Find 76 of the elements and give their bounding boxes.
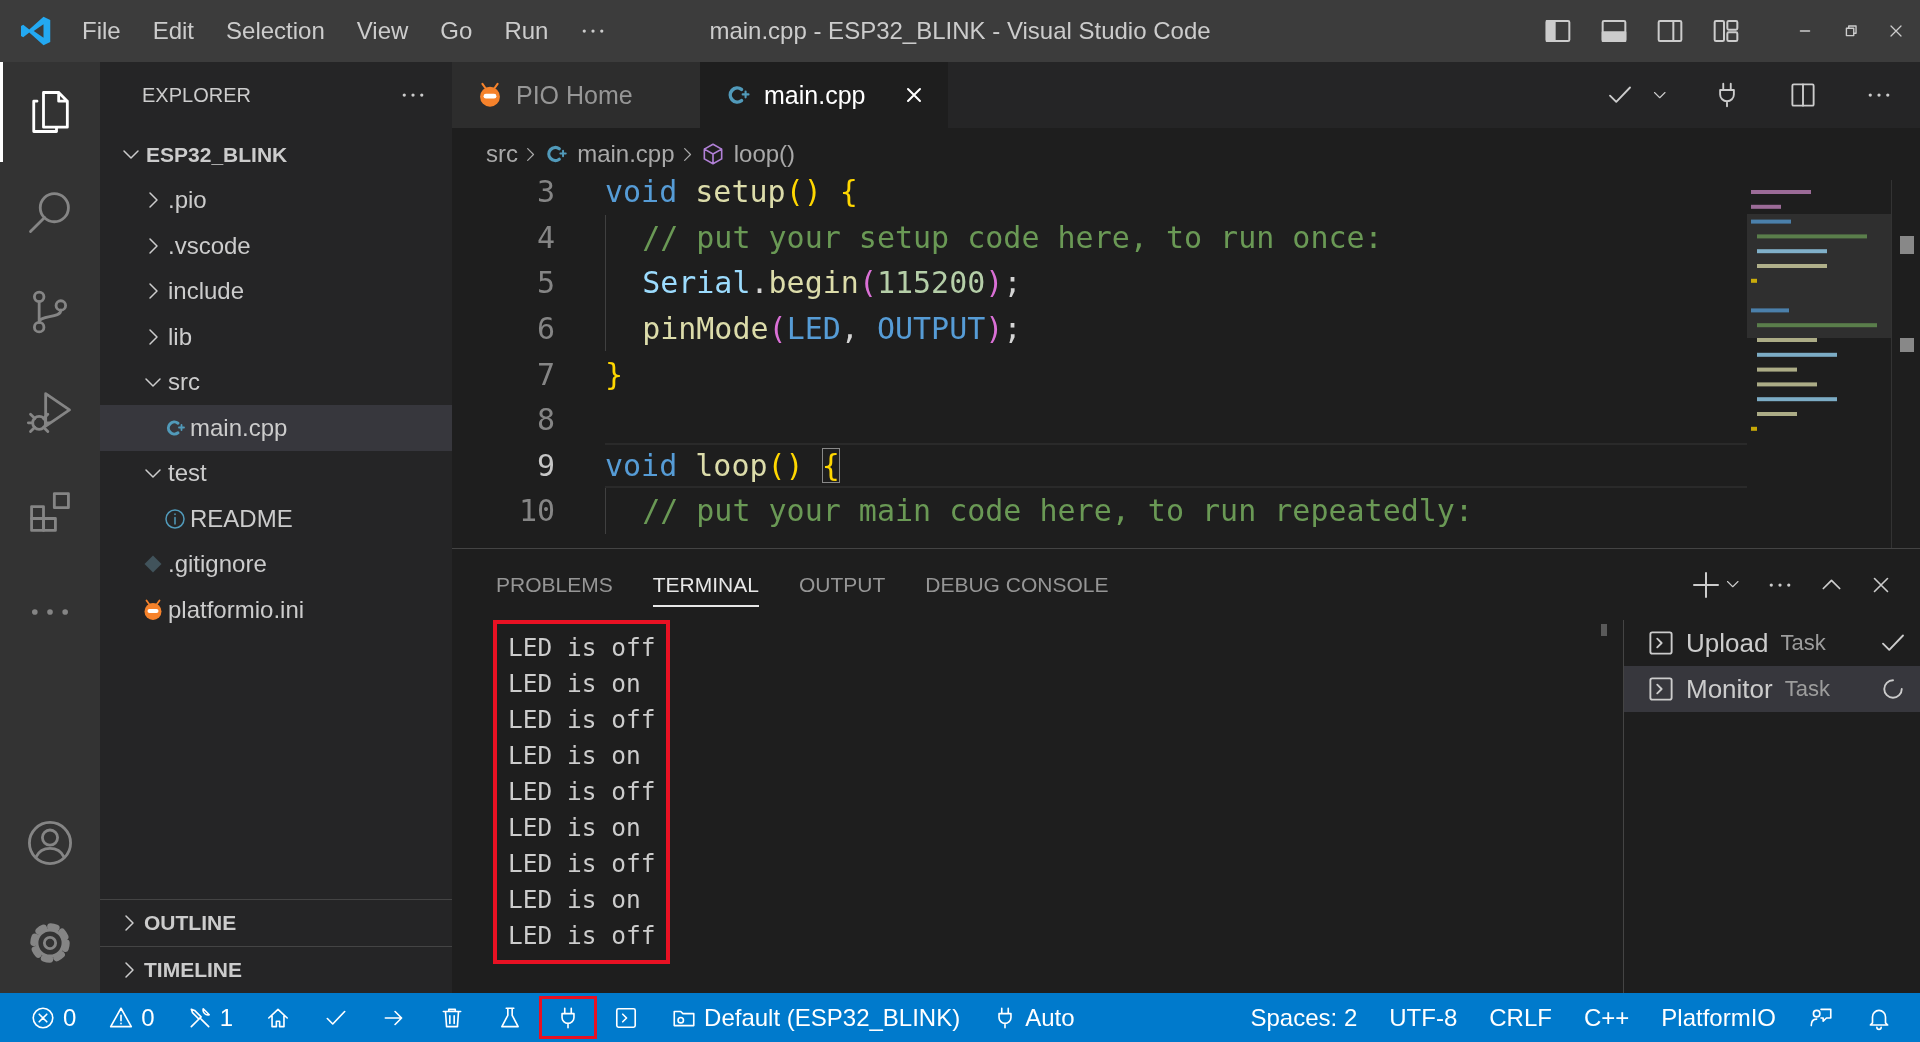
warning-count[interactable]: 0 xyxy=(92,996,171,1039)
chevron-icon xyxy=(682,146,692,162)
line-number: 5 xyxy=(535,265,556,301)
breadcrumb[interactable]: loop() xyxy=(733,140,796,168)
panel-tab[interactable]: OUTPUT xyxy=(798,562,886,607)
line-number: 8 xyxy=(535,402,556,438)
environment-selector[interactable]: Default (ESP32_BLINK) xyxy=(655,996,977,1039)
line-number: 7 xyxy=(535,356,556,392)
error-icon xyxy=(30,1004,56,1031)
encoding-status[interactable]: UTF-8 xyxy=(1373,996,1474,1039)
terminal-line: LED is on xyxy=(508,668,642,700)
panel-tab[interactable]: TERMINAL xyxy=(652,562,759,607)
menu-item[interactable]: File xyxy=(66,13,137,49)
tree-item[interactable]: .vscode xyxy=(100,223,452,269)
code-line: void loop() { xyxy=(605,442,1747,489)
split-editor-icon[interactable] xyxy=(1788,80,1818,110)
code-line: // put your setup code here, to run once: xyxy=(605,214,1747,261)
tree-item[interactable]: lib xyxy=(100,314,452,360)
task-item[interactable]: Monitor Task xyxy=(1624,666,1920,712)
platformio-status[interactable]: PlatformIO xyxy=(1645,996,1792,1039)
terminal-line: LED is off xyxy=(508,920,656,952)
editor-tab[interactable]: main.cpp xyxy=(700,62,948,128)
code-line: Serial.begin(115200); xyxy=(605,260,1747,306)
code-line: pinMode(LED, OUTPUT); xyxy=(605,305,1747,352)
tree-item[interactable]: main.cpp xyxy=(100,405,452,451)
language-mode[interactable]: C++ xyxy=(1567,996,1646,1039)
caret-icon[interactable] xyxy=(1652,90,1666,100)
tree-item[interactable]: platformio.ini xyxy=(100,587,452,633)
line-ending-status[interactable]: CRLF xyxy=(1473,996,1568,1039)
terminal-icon xyxy=(1646,674,1676,704)
code-line: // put your main code here, to run repeatedly: xyxy=(605,488,1747,534)
terminal-line: LED is on xyxy=(508,740,642,772)
menu-item[interactable]: Selection xyxy=(210,13,341,49)
task-item[interactable]: Upload Task xyxy=(1624,620,1920,666)
tree-item[interactable]: .pio xyxy=(100,177,452,223)
breadcrumb[interactable]: src xyxy=(486,140,518,168)
window-title: main.cpp - ESP32_BLINK - Visual Studio Code xyxy=(709,17,1211,45)
terminal-line: LED is off xyxy=(508,704,656,736)
menu-item[interactable]: Edit xyxy=(136,13,211,49)
caret-icon[interactable] xyxy=(1725,580,1739,589)
terminal-line: LED is on xyxy=(508,884,642,916)
line-number: 9 xyxy=(535,447,556,483)
tree-item[interactable]: include xyxy=(100,268,452,314)
breadcrumb[interactable]: main.cpp xyxy=(577,140,675,168)
code-line: } xyxy=(605,355,625,394)
panel-tab[interactable]: DEBUG CONSOLE xyxy=(925,562,1109,607)
line-number: 3 xyxy=(535,174,556,210)
tools-count[interactable]: 1 xyxy=(170,996,250,1039)
menu-item[interactable]: Run xyxy=(488,13,565,49)
code-line: void setup() { xyxy=(605,173,859,212)
terminal-icon xyxy=(1646,628,1676,658)
panel-tab[interactable]: PROBLEMS xyxy=(496,562,613,607)
maximize-icon[interactable] xyxy=(1821,578,1842,591)
line-number: 4 xyxy=(535,219,556,255)
tree-item[interactable]: src xyxy=(100,359,452,405)
sidebar-title: EXPLORER xyxy=(142,83,251,107)
serial-monitor-button[interactable] xyxy=(539,996,598,1039)
tree-item[interactable]: README xyxy=(100,496,452,542)
terminal-line: LED is on xyxy=(508,812,642,844)
info-icon xyxy=(163,506,187,531)
error-count[interactable]: 0 xyxy=(14,996,93,1039)
tree-item[interactable]: ESP32_BLINK xyxy=(100,132,452,178)
port-selector[interactable]: Auto xyxy=(976,996,1091,1039)
scrollbar-thumb[interactable] xyxy=(1601,624,1607,636)
menu-item[interactable]: Go xyxy=(424,13,489,49)
tree-item[interactable]: .gitignore xyxy=(100,541,452,587)
terminal-line: LED is off xyxy=(508,776,656,808)
terminal-line: LED is off xyxy=(508,632,656,664)
terminal-line: LED is off xyxy=(508,848,656,880)
line-number: 10 xyxy=(517,493,556,529)
line-number: 6 xyxy=(535,311,556,347)
chevron-icon xyxy=(526,146,536,162)
menu-item[interactable]: View xyxy=(340,13,425,49)
editor-tab[interactable]: PIO Home xyxy=(452,62,700,128)
indentation-status[interactable]: Spaces: 2 xyxy=(1234,996,1374,1039)
tree-item[interactable]: test xyxy=(100,450,452,496)
